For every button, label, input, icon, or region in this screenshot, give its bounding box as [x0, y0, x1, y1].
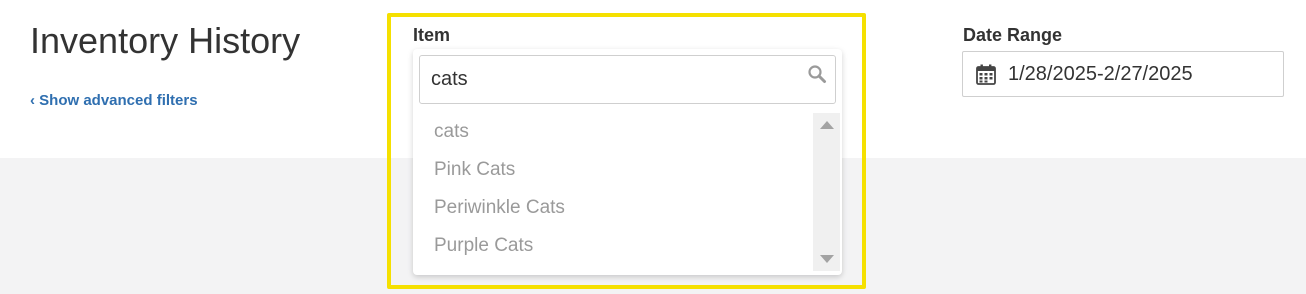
calendar-icon [976, 64, 996, 85]
item-search-box[interactable] [419, 55, 836, 104]
option-purple-cats[interactable]: Purple Cats [413, 227, 813, 265]
page-title: Inventory History [30, 20, 301, 61]
option-pink-cats[interactable]: Pink Cats [413, 151, 813, 189]
option-cats[interactable]: cats [413, 113, 813, 151]
item-search-input[interactable] [420, 56, 835, 103]
options-scrollbar[interactable] [813, 113, 840, 271]
date-range-field[interactable]: 1/28/2025-2/27/2025 [962, 51, 1284, 97]
item-options-list: cats Pink Cats Periwinkle Cats Purple Ca… [413, 113, 813, 275]
date-range-label: Date Range [963, 25, 1063, 45]
item-dropdown: cats Pink Cats Periwinkle Cats Purple Ca… [413, 49, 842, 275]
show-advanced-filters-link[interactable]: ‹ Show advanced filters [30, 92, 198, 109]
scroll-down-arrow-icon[interactable] [820, 255, 834, 263]
scroll-up-arrow-icon[interactable] [820, 121, 834, 129]
item-label: Item [413, 25, 451, 45]
option-periwinkle-cats[interactable]: Periwinkle Cats [413, 189, 813, 227]
date-range-value: 1/28/2025-2/27/2025 [1008, 63, 1193, 85]
search-icon [808, 65, 826, 83]
